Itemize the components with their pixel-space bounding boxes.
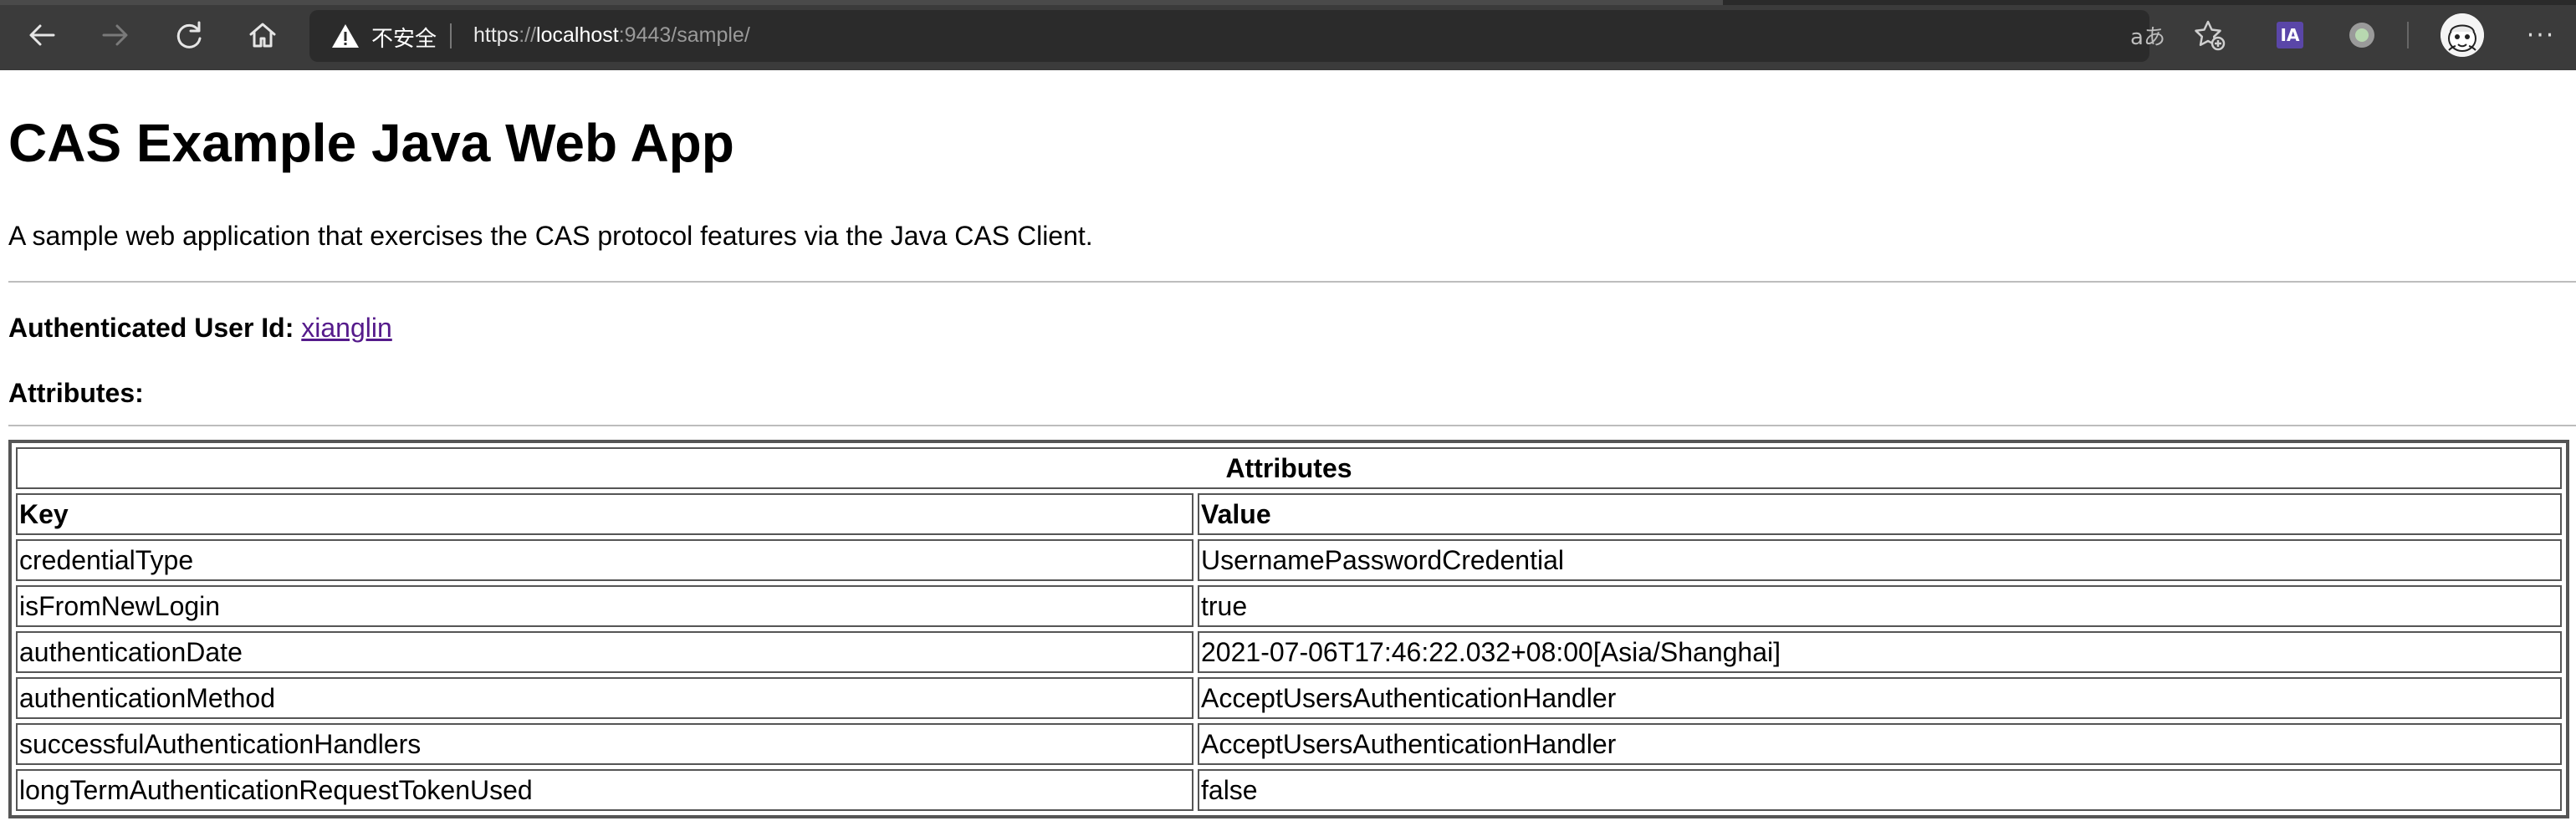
ellipsis-icon: ··· xyxy=(2526,20,2556,50)
table-row: isFromNewLogin true xyxy=(16,585,2562,627)
url-host: localhost xyxy=(536,23,619,47)
table-row: authenticationMethod AcceptUsersAuthenti… xyxy=(16,677,2562,719)
table-row: authenticationDate 2021-07-06T17:46:22.0… xyxy=(16,631,2562,673)
table-row: credentialType UsernamePasswordCredentia… xyxy=(16,539,2562,581)
divider xyxy=(8,281,2576,283)
attribute-value: AcceptUsersAuthenticationHandler xyxy=(1198,723,2562,765)
home-icon xyxy=(249,23,276,48)
table-caption-row: Attributes xyxy=(16,447,2562,489)
attribute-key: isFromNewLogin xyxy=(16,585,1193,627)
read-aloud-button[interactable]: aあ xyxy=(2129,17,2166,54)
attribute-value: true xyxy=(1198,585,2562,627)
column-header-key: Key xyxy=(16,493,1193,535)
attributes-heading: Attributes: xyxy=(8,378,144,408)
attribute-value: AcceptUsersAuthenticationHandler xyxy=(1198,677,2562,719)
attribute-key: authenticationDate xyxy=(16,631,1193,673)
ia-extension-button[interactable]: IA xyxy=(2272,17,2308,54)
back-button[interactable] xyxy=(22,15,62,55)
url-path: :9443/sample/ xyxy=(618,23,750,47)
table-row: longTermAuthenticationRequestTokenUsed f… xyxy=(16,769,2562,811)
attribute-value: 2021-07-06T17:46:22.032+08:00[Asia/Shang… xyxy=(1198,631,2562,673)
profile-avatar[interactable] xyxy=(2441,13,2484,57)
forward-arrow-icon xyxy=(102,24,128,46)
user-id-label: Authenticated User Id: xyxy=(8,313,294,343)
attribute-key: longTermAuthenticationRequestTokenUsed xyxy=(16,769,1193,811)
column-header-value: Value xyxy=(1198,493,2562,535)
address-bar[interactable]: 不安全 https://localhost:9443/sample/ xyxy=(309,10,2149,62)
refresh-button[interactable] xyxy=(169,15,209,55)
circle-extension-icon xyxy=(2349,23,2374,48)
star-plus-icon xyxy=(2195,20,2226,51)
table-header-row: Key Value xyxy=(16,493,2562,535)
page-title: CAS Example Java Web App xyxy=(8,113,734,173)
attribute-value: UsernamePasswordCredential xyxy=(1198,539,2562,581)
url-text[interactable]: https://localhost:9443/sample/ xyxy=(473,23,750,48)
ia-extension-icon: IA xyxy=(2277,22,2303,48)
attributes-table: Attributes Key Value credentialType User… xyxy=(8,440,2569,818)
read-aloud-icon: aあ xyxy=(2130,24,2165,50)
refresh-icon xyxy=(176,21,202,48)
toolbar-separator xyxy=(2407,22,2409,48)
add-favorite-button[interactable] xyxy=(2191,17,2228,54)
active-tab-indicator xyxy=(0,0,1723,5)
attribute-key: successfulAuthenticationHandlers xyxy=(16,723,1193,765)
browser-toolbar: 不安全 https://localhost:9443/sample/ aあ IA… xyxy=(0,0,2576,70)
url-separator: :// xyxy=(519,23,537,47)
warning-icon[interactable] xyxy=(331,23,360,49)
page-description: A sample web application that exercises … xyxy=(8,221,1093,251)
home-button[interactable] xyxy=(243,15,283,55)
attribute-key: credentialType xyxy=(16,539,1193,581)
address-divider xyxy=(450,23,452,48)
authenticated-user-line: Authenticated User Id: xianglin xyxy=(8,313,392,344)
divider xyxy=(8,425,2576,426)
more-menu-button[interactable]: ··· xyxy=(2522,17,2559,54)
tab-strip xyxy=(0,0,2576,5)
url-scheme: https xyxy=(473,23,519,47)
user-id-link[interactable]: xianglin xyxy=(301,313,392,343)
cartoon-avatar-icon xyxy=(2441,13,2484,57)
table-caption: Attributes xyxy=(16,447,2562,489)
security-status-label[interactable]: 不安全 xyxy=(371,22,437,53)
forward-button[interactable] xyxy=(95,15,135,55)
attribute-key: authenticationMethod xyxy=(16,677,1193,719)
back-arrow-icon xyxy=(29,24,55,46)
attribute-value: false xyxy=(1198,769,2562,811)
table-row: successfulAuthenticationHandlers AcceptU… xyxy=(16,723,2562,765)
green-extension-button[interactable] xyxy=(2343,17,2380,54)
